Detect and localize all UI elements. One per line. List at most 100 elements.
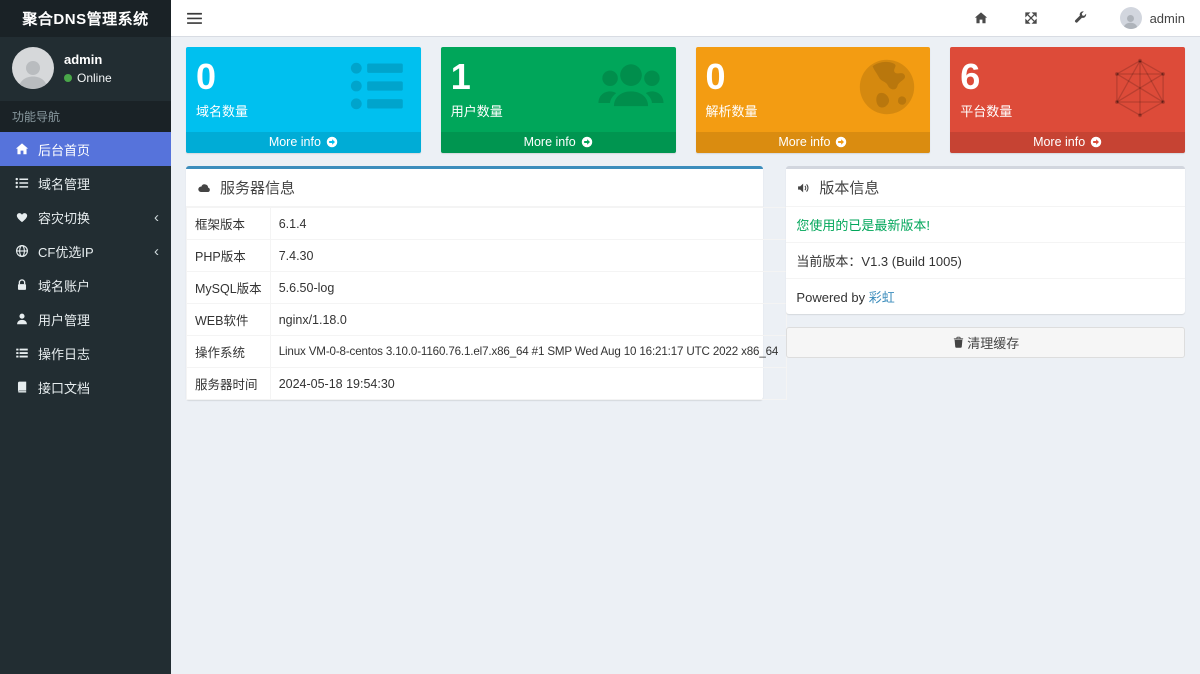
sidebar-item-user-manage[interactable]: 用户管理 (0, 302, 171, 336)
version-info-header: 版本信息 (786, 169, 1185, 207)
row-value: 2024-05-18 19:54:30 (270, 368, 787, 400)
navbar-username: admin (1150, 11, 1185, 26)
server-info-header: 服务器信息 (186, 169, 763, 207)
app-root: 聚合DNS管理系统 admin Online 功能导航 后台首页 域名管理 (0, 0, 1200, 674)
home-icon[interactable] (956, 0, 1006, 36)
sidebar-user-panel: admin Online (0, 37, 171, 101)
powered-by-link[interactable]: 彩虹 (869, 290, 895, 305)
trash-icon (952, 336, 965, 349)
powered-by-text: Powered by (796, 290, 868, 305)
sidebar-item-label: 域名账户 (38, 276, 90, 295)
arrow-circle-right-icon (326, 136, 338, 148)
sidebar-username: admin (64, 52, 112, 67)
stat-box-domains: 0 域名数量 More info (186, 47, 421, 153)
server-info-panel: 服务器信息 框架版本6.1.4 PHP版本7.4.30 MySQL版本5.6.5… (186, 166, 763, 400)
online-status-dot (64, 74, 72, 82)
stat-boxes-row: 0 域名数量 More info 1 用户数量 (186, 47, 1185, 153)
row-value: 5.6.50-log (270, 272, 787, 304)
sidebar-item-dashboard[interactable]: 后台首页 (0, 132, 171, 166)
sidebar-nav-header: 功能导航 (0, 101, 171, 132)
main-area: admin 0 域名数量 More info (171, 0, 1200, 674)
home-icon (14, 142, 29, 156)
table-row: PHP版本7.4.30 (187, 240, 787, 272)
chevron-left-icon: ‹ (154, 210, 159, 225)
table-row: 服务器时间2024-05-18 19:54:30 (187, 368, 787, 400)
table-row: WEB软件nginx/1.18.0 (187, 304, 787, 336)
avatar (12, 47, 54, 89)
top-navbar: admin (171, 0, 1200, 37)
log-list-icon (14, 346, 29, 360)
avatar (1120, 7, 1142, 29)
sidebar-item-label: 域名管理 (38, 174, 90, 193)
panel-title: 服务器信息 (220, 177, 295, 198)
table-row: 框架版本6.1.4 (187, 208, 787, 240)
volume-icon (796, 181, 811, 195)
version-latest-item: 您使用的已是最新版本! (786, 207, 1185, 243)
row-value: nginx/1.18.0 (270, 304, 787, 336)
row-label: PHP版本 (187, 240, 271, 272)
stat-label: 解析数量 (706, 101, 921, 120)
stat-value: 0 (196, 56, 411, 97)
sidebar-user-status: Online (77, 71, 112, 85)
more-info-link[interactable]: More info (186, 132, 421, 153)
sidebar-toggle-button[interactable] (171, 0, 218, 36)
sidebar-menu: 后台首页 域名管理 容灾切换 ‹ CF优选IP ‹ 域名账户 (0, 132, 171, 404)
table-row: MySQL版本5.6.50-log (187, 272, 787, 304)
sidebar: 聚合DNS管理系统 admin Online 功能导航 后台首页 域名管理 (0, 0, 171, 674)
version-list: 您使用的已是最新版本! 当前版本：V1.3 (Build 1005) Power… (786, 207, 1185, 314)
row-label: 操作系统 (187, 336, 271, 368)
row-value: 6.1.4 (270, 208, 787, 240)
sidebar-item-domain-manage[interactable]: 域名管理 (0, 166, 171, 200)
sidebar-item-label: 用户管理 (38, 310, 90, 329)
arrow-circle-right-icon (581, 136, 593, 148)
arrow-circle-right-icon (835, 136, 847, 148)
page-content: 0 域名数量 More info 1 用户数量 (171, 37, 1200, 674)
table-row: 操作系统Linux VM-0-8-centos 3.10.0-1160.76.1… (187, 336, 787, 368)
globe-icon (14, 244, 29, 258)
app-logo[interactable]: 聚合DNS管理系统 (0, 0, 171, 37)
sidebar-item-failover[interactable]: 容灾切换 ‹ (0, 200, 171, 234)
stat-box-users: 1 用户数量 More info (441, 47, 676, 153)
row-label: MySQL版本 (187, 272, 271, 304)
stat-value: 1 (451, 56, 666, 97)
row-label: 框架版本 (187, 208, 271, 240)
sidebar-item-api-docs[interactable]: 接口文档 (0, 370, 171, 404)
stat-label: 域名数量 (196, 101, 411, 120)
sidebar-item-label: 后台首页 (38, 140, 90, 159)
server-info-table: 框架版本6.1.4 PHP版本7.4.30 MySQL版本5.6.50-log … (186, 207, 787, 400)
version-current-item: 当前版本：V1.3 (Build 1005) (786, 243, 1185, 279)
clear-cache-button[interactable]: 清理缓存 (786, 327, 1185, 358)
stat-label: 用户数量 (451, 101, 666, 120)
panels-row: 服务器信息 框架版本6.1.4 PHP版本7.4.30 MySQL版本5.6.5… (186, 166, 1185, 400)
sidebar-item-domain-accounts[interactable]: 域名账户 (0, 268, 171, 302)
user-menu[interactable]: admin (1106, 7, 1200, 29)
sidebar-item-label: CF优选IP (38, 242, 94, 261)
row-value: 7.4.30 (270, 240, 787, 272)
heartbeat-icon (14, 210, 29, 224)
stat-box-records: 0 解析数量 More info (696, 47, 931, 153)
sidebar-item-cf-ip[interactable]: CF优选IP ‹ (0, 234, 171, 268)
row-label: 服务器时间 (187, 368, 271, 400)
more-info-link[interactable]: More info (441, 132, 676, 153)
stat-label: 平台数量 (960, 101, 1175, 120)
cloud-icon (196, 181, 212, 195)
lock-icon (14, 278, 29, 292)
fullscreen-icon[interactable] (1006, 0, 1056, 36)
user-icon (14, 312, 29, 326)
sidebar-item-label: 容灾切换 (38, 208, 90, 227)
sidebar-item-label: 操作日志 (38, 344, 90, 363)
list-icon (14, 176, 29, 190)
stat-box-platforms: 6 平台数量 More info (950, 47, 1185, 153)
stat-value: 6 (960, 56, 1175, 97)
chevron-left-icon: ‹ (154, 244, 159, 259)
wrench-icon[interactable] (1056, 0, 1106, 36)
sidebar-item-label: 接口文档 (38, 378, 90, 397)
powered-by-item: Powered by 彩虹 (786, 279, 1185, 314)
more-info-link[interactable]: More info (696, 132, 931, 153)
stat-value: 0 (706, 56, 921, 97)
panel-title: 版本信息 (819, 177, 879, 198)
sidebar-item-logs[interactable]: 操作日志 (0, 336, 171, 370)
clear-cache-label: 清理缓存 (967, 333, 1019, 352)
row-label: WEB软件 (187, 304, 271, 336)
more-info-link[interactable]: More info (950, 132, 1185, 153)
